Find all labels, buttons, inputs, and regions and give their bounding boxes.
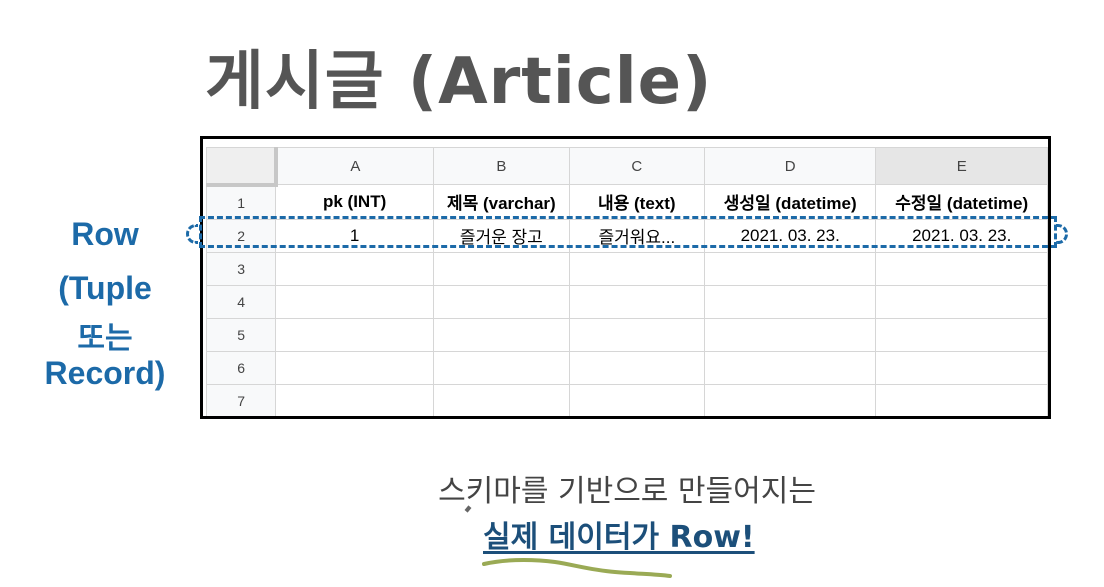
cell[interactable]: pk (INT) — [275, 184, 435, 220]
cell[interactable]: 수정일 (datetime) — [875, 184, 1048, 220]
cell[interactable] — [275, 317, 435, 352]
row-header[interactable]: 4 — [205, 284, 277, 319]
row-header[interactable]: 3 — [205, 251, 277, 286]
table-row: 3 — [205, 251, 1048, 286]
table-row: 4 — [205, 284, 1048, 319]
row-header[interactable]: 1 — [205, 184, 277, 220]
cell[interactable] — [568, 284, 705, 319]
cell[interactable] — [568, 383, 705, 416]
cell[interactable] — [703, 350, 877, 385]
row-highlight-right-cap — [1056, 224, 1068, 244]
record-label: Record) — [44, 355, 166, 391]
cell[interactable] — [703, 383, 877, 416]
spreadsheet-frame: A B C D E 1 pk (INT) 제목 (varchar) 내용 (te… — [200, 136, 1051, 419]
cell[interactable] — [875, 350, 1048, 385]
cell[interactable] — [875, 284, 1048, 319]
cell[interactable] — [275, 383, 435, 416]
column-header-c[interactable]: C — [568, 147, 705, 185]
cell[interactable] — [703, 251, 877, 286]
row-highlight-left-cap — [186, 224, 198, 244]
cell[interactable] — [568, 317, 705, 352]
cell[interactable] — [703, 317, 877, 352]
caption-line-2: 실제 데이터가 Row! — [483, 520, 755, 555]
cell[interactable]: 생성일 (datetime) — [703, 184, 877, 220]
cell[interactable]: 제목 (varchar) — [433, 184, 570, 220]
column-header-e[interactable]: E — [875, 147, 1048, 185]
column-header-d[interactable]: D — [703, 147, 877, 185]
underline-squiggle — [482, 558, 672, 578]
cell[interactable] — [275, 284, 435, 319]
cell[interactable] — [875, 251, 1048, 286]
cell[interactable] — [875, 383, 1048, 416]
cell[interactable]: 내용 (text) — [568, 184, 705, 220]
cell[interactable] — [568, 251, 705, 286]
row-header[interactable]: 7 — [205, 383, 277, 416]
cell[interactable] — [433, 251, 570, 286]
row-header[interactable]: 5 — [205, 317, 277, 352]
slide-title: 게시글 (Article) — [205, 45, 713, 119]
cell[interactable] — [433, 350, 570, 385]
column-header-row: A B C D E — [205, 147, 1048, 187]
table-row: 5 — [205, 317, 1048, 352]
select-all-corner[interactable] — [205, 147, 278, 187]
column-header-a[interactable]: A — [275, 147, 435, 185]
table-row: 1 pk (INT) 제목 (varchar) 내용 (text) 생성일 (d… — [205, 184, 1048, 220]
cell[interactable] — [433, 317, 570, 352]
caption-line-1: 스키마를 기반으로 만들어지는 — [438, 474, 816, 509]
or-label: 또는 — [77, 322, 133, 355]
table-row: 7 — [205, 383, 1048, 416]
cell[interactable] — [703, 284, 877, 319]
cell[interactable] — [433, 284, 570, 319]
column-header-b[interactable]: B — [433, 147, 570, 185]
table-row: 6 — [205, 350, 1048, 385]
spreadsheet-table: A B C D E 1 pk (INT) 제목 (varchar) 내용 (te… — [205, 147, 1048, 416]
cell[interactable] — [568, 350, 705, 385]
row-label: Row — [71, 216, 139, 252]
row-highlight-box — [199, 216, 1057, 248]
row-header[interactable]: 6 — [205, 350, 277, 385]
tuple-label: (Tuple — [58, 270, 152, 306]
cell[interactable] — [433, 383, 570, 416]
cell[interactable] — [275, 350, 435, 385]
cell[interactable] — [875, 317, 1048, 352]
cell[interactable] — [275, 251, 435, 286]
